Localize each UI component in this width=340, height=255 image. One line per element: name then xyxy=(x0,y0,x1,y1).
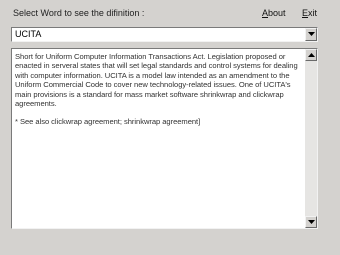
select-word-prompt: Select Word to see the difinition : xyxy=(13,8,145,18)
definition-text: Short for Uniform Computer Information T… xyxy=(15,52,303,127)
about-button[interactable]: About xyxy=(262,8,286,18)
exit-button[interactable]: Exit xyxy=(302,8,317,18)
definition-paragraph: Short for Uniform Computer Information T… xyxy=(15,52,298,109)
top-bar: Select Word to see the difinition : Abou… xyxy=(0,0,340,26)
definition-textbox[interactable]: Short for Uniform Computer Information T… xyxy=(11,48,318,229)
exit-label-rest: xit xyxy=(308,8,318,18)
selected-word: UCITA xyxy=(15,29,42,39)
arrow-down-icon xyxy=(308,220,315,224)
see-also-paragraph: * See also clickwrap agreement; shrinkwr… xyxy=(15,117,201,127)
dictionary-window: Select Word to see the difinition : Abou… xyxy=(0,0,340,255)
about-label-rest: bout xyxy=(268,8,286,18)
arrow-up-icon xyxy=(308,53,315,57)
word-select-dropdown[interactable]: UCITA xyxy=(11,27,318,42)
dropdown-toggle-button[interactable] xyxy=(305,28,317,41)
chevron-down-icon xyxy=(308,32,315,36)
vertical-scrollbar[interactable] xyxy=(305,49,317,228)
scroll-up-button[interactable] xyxy=(305,49,317,61)
scroll-down-button[interactable] xyxy=(305,216,317,228)
